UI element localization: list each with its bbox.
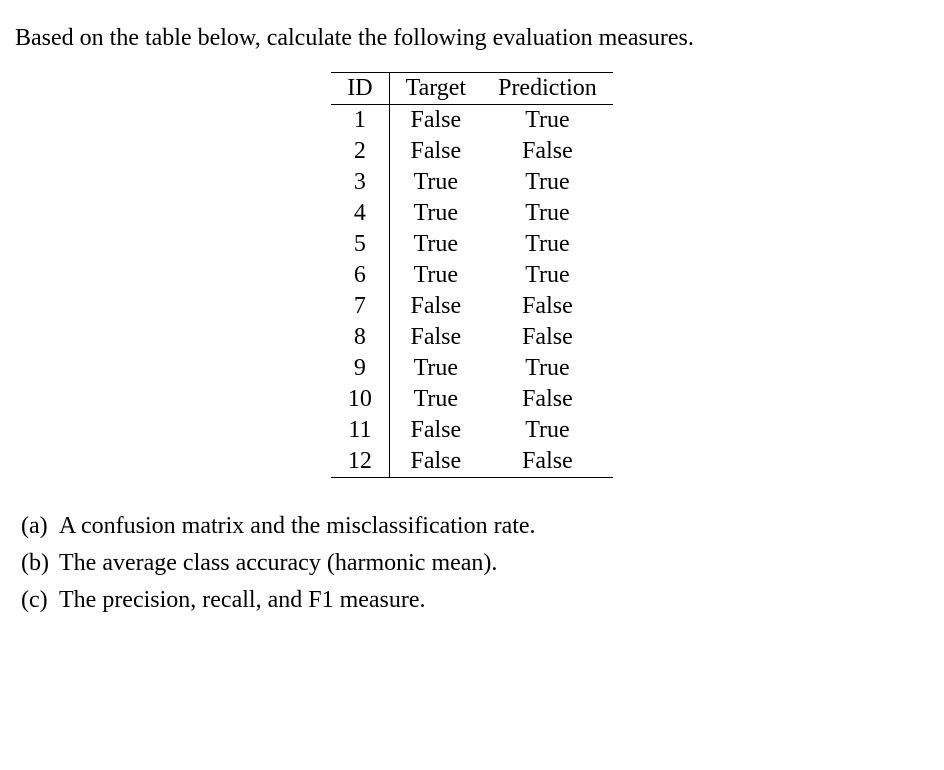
cell-prediction: False	[482, 291, 613, 322]
cell-id: 3	[331, 167, 389, 198]
col-header-target: Target	[389, 73, 482, 105]
cell-target: False	[389, 446, 482, 478]
cell-target: False	[389, 322, 482, 353]
cell-prediction: True	[482, 353, 613, 384]
cell-id: 12	[331, 446, 389, 478]
table-row: 2FalseFalse	[331, 136, 613, 167]
cell-prediction: False	[482, 446, 613, 478]
problem-intro: Based on the table below, calculate the …	[15, 25, 929, 52]
question-list: (a)A confusion matrix and the misclassif…	[15, 513, 929, 614]
cell-target: False	[389, 136, 482, 167]
cell-prediction: False	[482, 384, 613, 415]
cell-target: False	[389, 415, 482, 446]
cell-prediction: True	[482, 229, 613, 260]
table-header-row: ID Target Prediction	[331, 73, 613, 105]
table-container: ID Target Prediction 1FalseTrue2FalseFal…	[15, 72, 929, 478]
cell-id: 6	[331, 260, 389, 291]
question-item: (c)The precision, recall, and F1 measure…	[15, 587, 929, 614]
data-table: ID Target Prediction 1FalseTrue2FalseFal…	[331, 72, 613, 478]
table-row: 11FalseTrue	[331, 415, 613, 446]
question-item: (b)The average class accuracy (harmonic …	[15, 550, 929, 577]
cell-target: False	[389, 105, 482, 137]
cell-prediction: False	[482, 322, 613, 353]
table-row: 9TrueTrue	[331, 353, 613, 384]
question-label: (a)	[21, 513, 59, 540]
cell-prediction: True	[482, 198, 613, 229]
cell-target: True	[389, 167, 482, 198]
question-item: (a)A confusion matrix and the misclassif…	[15, 513, 929, 540]
cell-id: 2	[331, 136, 389, 167]
cell-id: 1	[331, 105, 389, 137]
table-row: 8FalseFalse	[331, 322, 613, 353]
cell-prediction: False	[482, 136, 613, 167]
cell-prediction: True	[482, 105, 613, 137]
table-row: 4TrueTrue	[331, 198, 613, 229]
question-label: (c)	[21, 587, 59, 614]
cell-target: True	[389, 384, 482, 415]
table-row: 7FalseFalse	[331, 291, 613, 322]
col-header-prediction: Prediction	[482, 73, 613, 105]
table-row: 5TrueTrue	[331, 229, 613, 260]
cell-id: 8	[331, 322, 389, 353]
table-row: 1FalseTrue	[331, 105, 613, 137]
table-row: 3TrueTrue	[331, 167, 613, 198]
cell-id: 10	[331, 384, 389, 415]
table-row: 12FalseFalse	[331, 446, 613, 478]
cell-id: 4	[331, 198, 389, 229]
question-label: (b)	[21, 550, 59, 577]
cell-prediction: True	[482, 260, 613, 291]
table-row: 10TrueFalse	[331, 384, 613, 415]
cell-prediction: True	[482, 415, 613, 446]
cell-target: True	[389, 229, 482, 260]
cell-id: 11	[331, 415, 389, 446]
question-text: The average class accuracy (harmonic mea…	[59, 550, 497, 577]
cell-target: False	[389, 291, 482, 322]
cell-id: 9	[331, 353, 389, 384]
cell-target: True	[389, 198, 482, 229]
cell-target: True	[389, 353, 482, 384]
cell-prediction: True	[482, 167, 613, 198]
cell-id: 5	[331, 229, 389, 260]
cell-target: True	[389, 260, 482, 291]
col-header-id: ID	[331, 73, 389, 105]
question-text: A confusion matrix and the misclassifica…	[59, 513, 536, 540]
table-row: 6TrueTrue	[331, 260, 613, 291]
question-text: The precision, recall, and F1 measure.	[59, 587, 426, 614]
cell-id: 7	[331, 291, 389, 322]
